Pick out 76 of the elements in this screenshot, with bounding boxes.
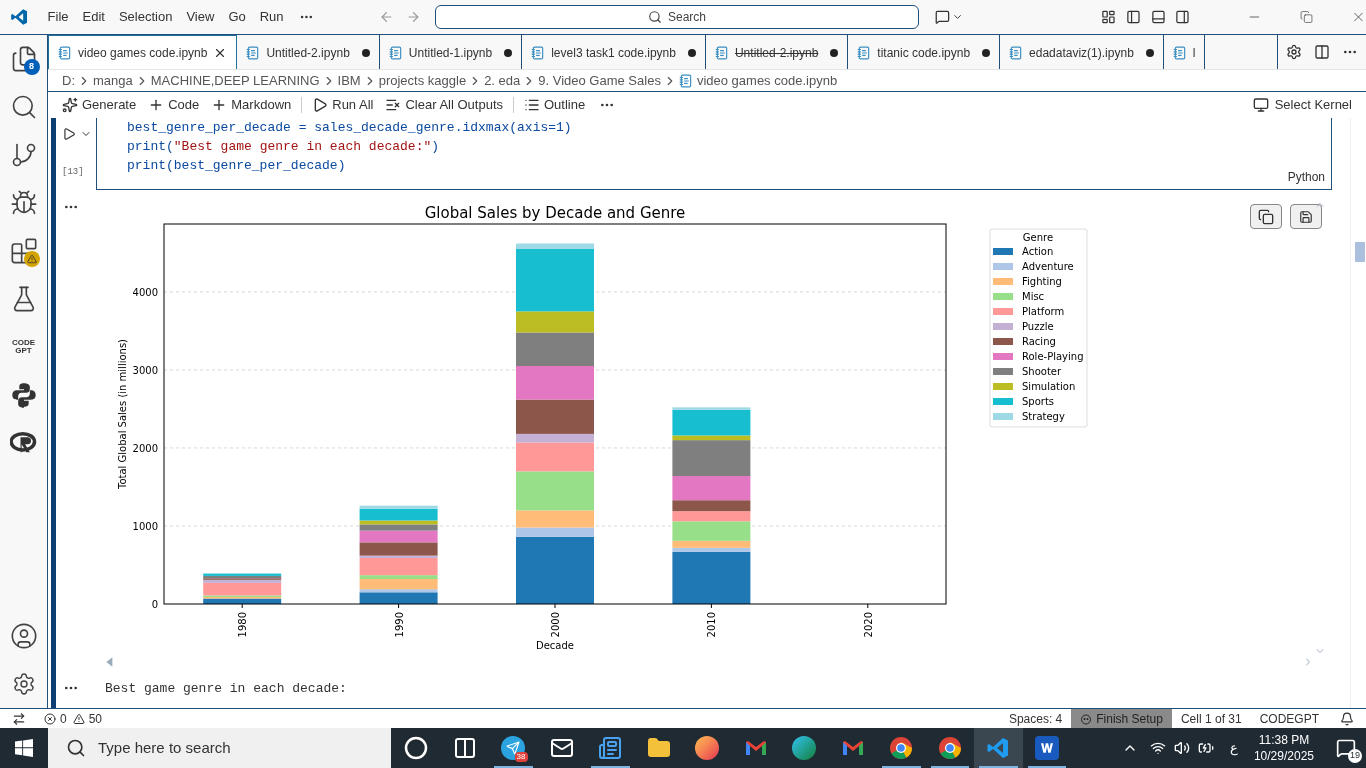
x-axis-label: Decade (536, 640, 574, 651)
taskbar-search-field[interactable]: Type here to search (48, 728, 391, 768)
status-item[interactable]: Cell 1 of 31 (1171, 708, 1251, 729)
legend-label: Shooter (1022, 366, 1062, 377)
error-count[interactable]: 0 (60, 709, 67, 728)
chart-title: Global Sales by Decade and Genre (424, 204, 686, 222)
breadcrumb-item[interactable]: 2. eda (484, 70, 521, 91)
notification-badge: 38 (514, 752, 528, 762)
code-line: print("Best game genre in each decade:") (127, 138, 441, 156)
legend-label: Strategy (1022, 411, 1065, 422)
clock[interactable]: 11:38 PM 10/29/2025 (1253, 732, 1314, 764)
legend-label: Role-Playing (1022, 351, 1084, 362)
breadcrumb-item[interactable]: MACHINE,DEEP LEARNING (150, 70, 320, 91)
y-tick-label: 3000 (132, 364, 158, 376)
legend-label: Platform (1022, 306, 1065, 317)
y-tick-label: 4000 (132, 286, 158, 298)
breadcrumb-item[interactable]: manga (93, 70, 133, 91)
output-text: Best game genre in each decade: (105, 681, 347, 696)
menu-item[interactable]: View (179, 7, 222, 27)
language-label[interactable]: Python (1287, 168, 1325, 186)
editor-tab[interactable]: video games code.ipynb (48, 35, 238, 69)
legend-label: Racing (1022, 336, 1056, 347)
breadcrumb-item[interactable]: IBM (337, 70, 361, 91)
code-line: print(best_genre_per_decade) (127, 157, 347, 175)
toolbar-button[interactable]: Run All (306, 94, 380, 116)
editor-tab[interactable]: level3 task1 code.ipynb (522, 35, 706, 69)
select-kernel-button[interactable]: Select Kernel (1246, 94, 1358, 116)
breadcrumb-item[interactable]: projects kaggle (378, 70, 467, 91)
editor-tab[interactable]: edadataviz(1).ipynb (1000, 35, 1164, 69)
status-item[interactable]: Spaces: 4 (999, 708, 1072, 729)
editor-tab[interactable]: Untitled-2.ipynb (705, 35, 849, 69)
legend-label: Misc (1022, 291, 1045, 302)
x-tick-label: 1990 (393, 612, 405, 638)
status-item[interactable]: Finish Setup (1071, 708, 1172, 729)
breadcrumb-item[interactable]: video games code.ipynb (696, 70, 838, 91)
breadcrumb-item[interactable]: 9. Video Game Sales (538, 70, 661, 91)
x-tick-label: 2000 (550, 612, 561, 638)
menu-item[interactable]: File (40, 7, 76, 27)
code-line: best_genre_per_decade = sales_decade_genre.idxmax(axis=1) (127, 119, 573, 137)
legend-label: Puzzle (1022, 321, 1054, 332)
warning-count[interactable]: 50 (88, 709, 103, 728)
status-item[interactable]: CODEGPT (1250, 708, 1328, 729)
menu-item[interactable]: Go (221, 7, 253, 27)
legend-label: Sports (1022, 396, 1055, 407)
editor-tab[interactable]: Untitled-1.ipynb (379, 35, 523, 69)
x-tick-label: 2020 (862, 612, 874, 638)
legend-label: Simulation (1022, 381, 1076, 392)
y-tick-label: 2000 (132, 442, 158, 454)
y-tick-label: 0 (151, 599, 158, 610)
legend-title: Genre (1022, 232, 1054, 243)
x-tick-label: 1980 (237, 612, 249, 638)
menu-item[interactable]: Edit (75, 7, 112, 27)
codegpt-logo[interactable]: CODE GPT (9, 339, 38, 355)
count-badge: 8 (23, 59, 40, 75)
editor-tab[interactable]: Untitled-2.ipynb (237, 35, 380, 69)
search-field[interactable]: Search (435, 5, 919, 29)
editor-tab[interactable]: l (1163, 35, 1206, 69)
notification-count: 19 (1348, 749, 1362, 763)
x-tick-label: 2010 (706, 612, 718, 638)
execution-count: [13] (62, 166, 84, 179)
menu-item[interactable]: Selection (111, 7, 180, 27)
y-axis-label: Total Global Sales (in millions) (117, 339, 128, 489)
legend-label: Adventure (1022, 261, 1074, 272)
editor-tab[interactable]: titanic code.ipynb (848, 35, 1001, 69)
toolbar-button[interactable]: Generate (56, 94, 143, 116)
legend-label: Action (1022, 246, 1054, 257)
taskbar-app[interactable]: 38 (489, 728, 538, 768)
toolbar-button[interactable]: Outline (518, 94, 592, 116)
input-language[interactable]: ع (1229, 738, 1238, 758)
y-tick-label: 1000 (132, 520, 158, 532)
menu-item[interactable]: Run (252, 7, 291, 27)
toolbar-button[interactable]: Clear All Outputs (379, 94, 509, 116)
breadcrumb-item[interactable]: D: (62, 70, 75, 91)
toolbar-button[interactable]: Markdown (205, 94, 298, 116)
toolbar-button[interactable]: Code (142, 94, 206, 116)
legend-label: Fighting (1022, 276, 1062, 287)
